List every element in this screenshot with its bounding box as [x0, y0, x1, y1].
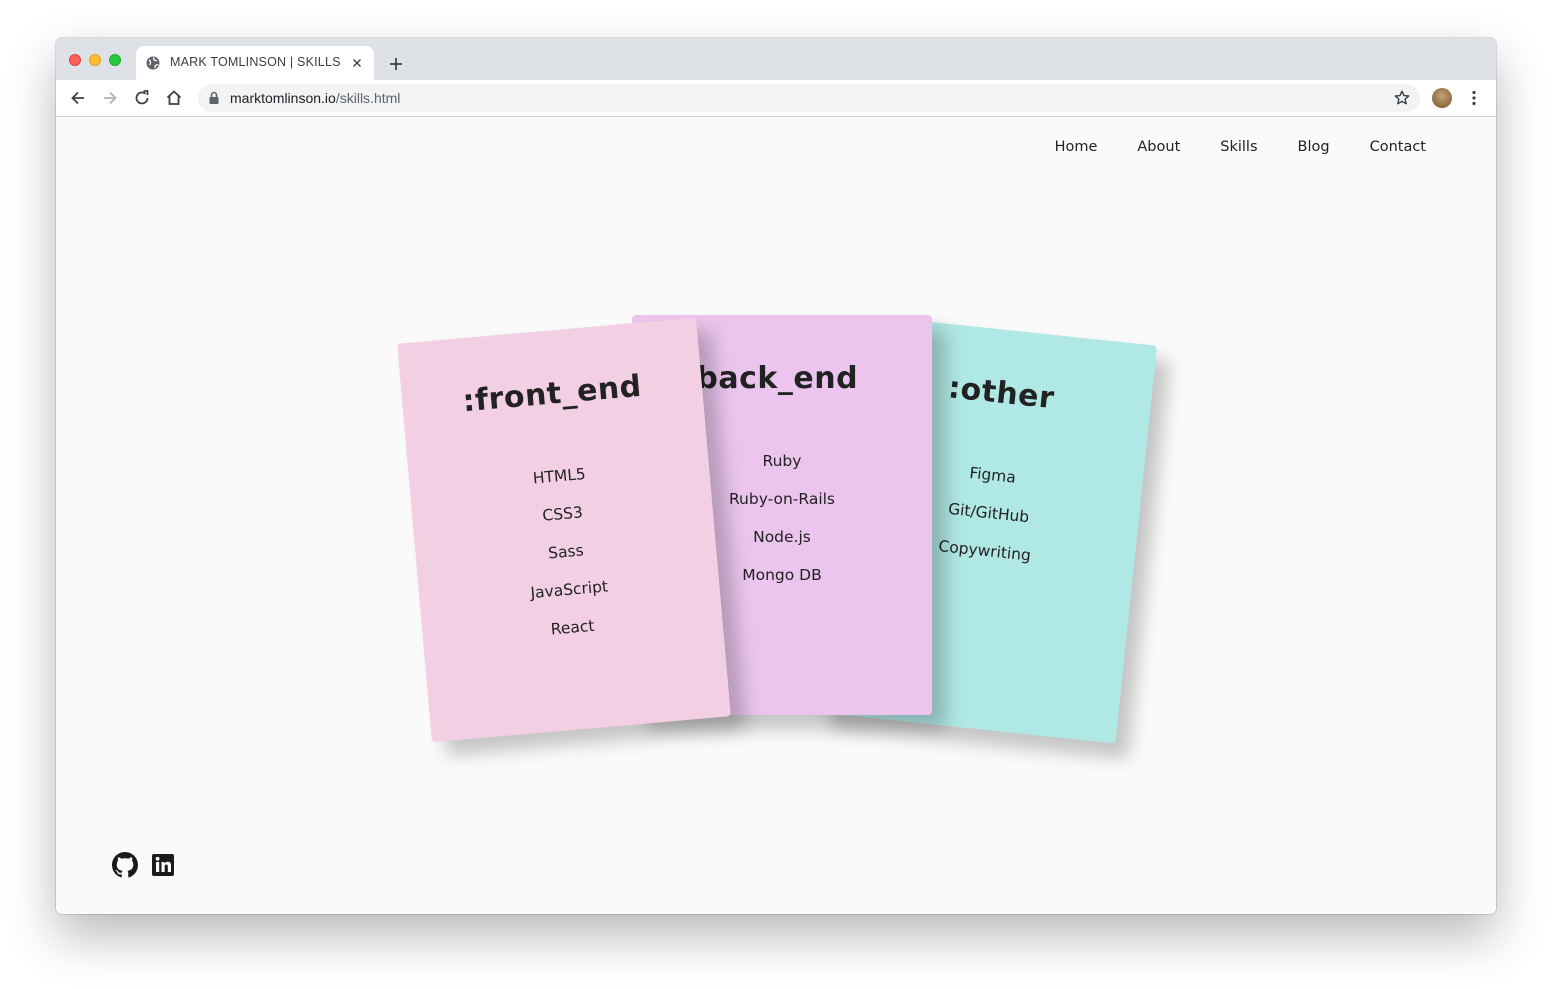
profile-avatar[interactable] [1432, 88, 1452, 108]
url-path: /skills.html [335, 90, 401, 106]
tab-title: MARK TOMLINSON | SKILLS [170, 55, 341, 69]
maximize-window-button[interactable] [109, 54, 121, 66]
browser-tab[interactable]: MARK TOMLINSON | SKILLS [136, 46, 374, 80]
nav-skills[interactable]: Skills [1220, 139, 1257, 155]
front-end-skills-card: :front_end HTML5 CSS3 Sass JavaScript Re… [397, 317, 731, 743]
skill-list: HTML5 CSS3 Sass JavaScript React [408, 444, 723, 659]
card-title: :front_end [461, 368, 643, 420]
bookmark-star-icon[interactable] [1392, 88, 1412, 108]
nav-blog[interactable]: Blog [1298, 139, 1330, 155]
forward-arrow-icon[interactable] [100, 88, 120, 108]
nav-home[interactable]: Home [1055, 139, 1098, 155]
lock-icon [208, 91, 220, 105]
address-bar[interactable]: marktomlinson.io/skills.html [198, 84, 1420, 112]
nav-contact[interactable]: Contact [1370, 139, 1426, 155]
new-tab-icon[interactable] [386, 54, 406, 74]
close-tab-icon[interactable] [350, 56, 364, 70]
back-arrow-icon[interactable] [68, 88, 88, 108]
url-domain: marktomlinson.io [230, 90, 336, 106]
url-text: marktomlinson.io/skills.html [230, 90, 400, 106]
globe-icon [146, 56, 160, 70]
close-window-button[interactable] [69, 54, 81, 66]
main-nav: Home About Skills Blog Contact [1055, 139, 1426, 155]
social-links [112, 852, 176, 878]
more-menu-icon[interactable] [1464, 88, 1484, 108]
github-icon[interactable] [112, 852, 138, 878]
minimize-window-button[interactable] [89, 54, 101, 66]
reload-icon[interactable] [132, 88, 152, 108]
linkedin-icon[interactable] [150, 852, 176, 878]
home-icon[interactable] [164, 88, 184, 108]
page-content: Home About Skills Blog Contact :other Fi… [56, 117, 1496, 914]
tab-strip: MARK TOMLINSON | SKILLS [56, 38, 1496, 80]
browser-window: MARK TOMLINSON | SKILLS marktomlinson.io… [56, 38, 1496, 914]
nav-about[interactable]: About [1137, 139, 1180, 155]
browser-toolbar: marktomlinson.io/skills.html [56, 80, 1496, 117]
